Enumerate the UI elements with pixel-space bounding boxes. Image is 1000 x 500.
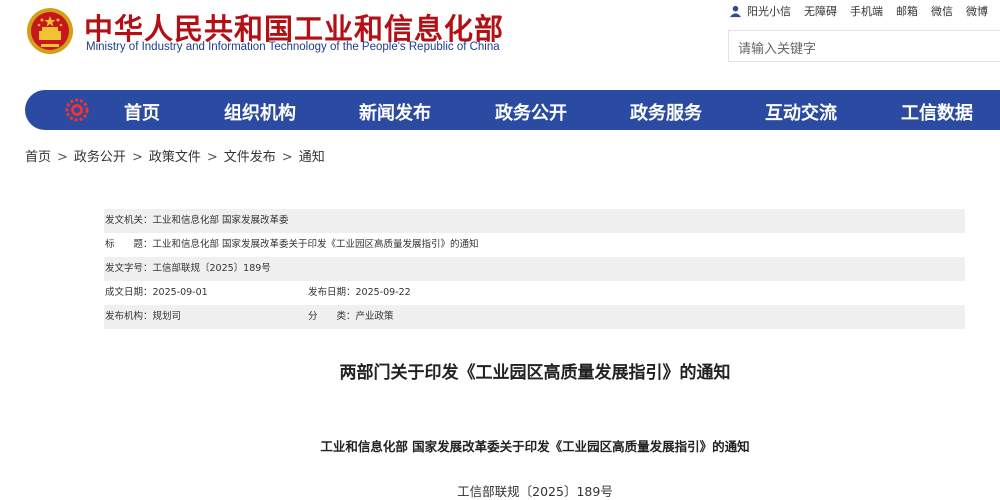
quick-links: 阳光小信 无障碍 手机端 邮箱 微信 微博 xyxy=(729,3,988,19)
info-row-title: 标 题：工业和信息化部 国家发展改革委关于印发《工业园区高质量发展指引》的通知 xyxy=(104,233,965,257)
article-title: 两部门关于印发《工业园区高质量发展指引》的通知 xyxy=(339,363,731,383)
search-input[interactable]: 请输入关键字 xyxy=(728,30,1000,62)
nav-interaction[interactable]: 互动交流 xyxy=(765,99,837,125)
person-icon xyxy=(729,5,742,17)
title-field: 标 题：工业和信息化部 国家发展改革委关于印发《工业园区高质量发展指引》的通知 xyxy=(105,239,479,250)
link-mobile[interactable]: 手机端 xyxy=(850,3,883,19)
info-row-dates: 成文日期：2025-09-01 发布日期：2025-09-22 xyxy=(104,281,965,305)
nav-home[interactable]: 首页 xyxy=(124,99,160,125)
article-subtitle: 工业和信息化部 国家发展改革委关于印发《工业园区高质量发展指引》的通知 xyxy=(320,439,750,454)
breadcrumb-separator: > xyxy=(57,150,68,165)
info-row-doc-number: 发文字号：工信部联规〔2025〕189号 xyxy=(104,257,965,281)
breadcrumb-separator: > xyxy=(281,150,293,165)
breadcrumb-home[interactable]: 首页 xyxy=(25,150,51,165)
breadcrumb-government-affairs[interactable]: 政务公开 xyxy=(74,150,126,165)
published-date-field: 发布日期：2025-09-22 xyxy=(308,287,411,298)
info-row-issuer: 发文机关：工业和信息化部 国家发展改革委 xyxy=(104,209,965,233)
link-weibo[interactable]: 微博 xyxy=(966,3,988,19)
breadcrumb: 首页 > 政务公开 > 政策文件 > 文件发布 > 通知 xyxy=(25,146,325,165)
nav-data[interactable]: 工信数据 xyxy=(901,99,973,125)
link-mailbox[interactable]: 邮箱 xyxy=(896,3,918,19)
nav-government-services[interactable]: 政务服务 xyxy=(630,99,702,125)
ministry-logo-icon xyxy=(65,98,89,122)
breadcrumb-policy-documents[interactable]: 政策文件 xyxy=(149,150,201,165)
link-accessibility[interactable]: 无障碍 xyxy=(804,3,837,19)
nav-government-affairs[interactable]: 政务公开 xyxy=(495,99,567,125)
document-info-table: 发文机关：工业和信息化部 国家发展改革委 标 题：工业和信息化部 国家发展改革委… xyxy=(104,209,965,329)
breadcrumb-separator: > xyxy=(206,150,218,165)
doc-number-field: 发文字号：工信部联规〔2025〕189号 xyxy=(105,263,271,274)
issuer-field: 发文机关：工业和信息化部 国家发展改革委 xyxy=(105,215,289,226)
link-wechat[interactable]: 微信 xyxy=(931,3,953,19)
site-subtitle: Ministry of Industry and Information Tec… xyxy=(86,41,500,53)
created-date-field: 成文日期：2025-09-01 xyxy=(105,287,208,298)
info-row-publisher: 发布机构：规划司 分 类：产业政策 xyxy=(104,305,965,329)
main-nav: 首页 组织机构 新闻发布 政务公开 政务服务 互动交流 工信数据 xyxy=(25,90,1000,130)
nav-organization[interactable]: 组织机构 xyxy=(224,99,296,125)
nav-news[interactable]: 新闻发布 xyxy=(359,99,431,125)
article-doc-number: 工信部联规〔2025〕189号 xyxy=(457,484,613,499)
breadcrumb-file-release[interactable]: 文件发布 xyxy=(224,150,276,165)
national-emblem-icon xyxy=(27,8,73,54)
breadcrumb-separator: > xyxy=(131,150,143,165)
publisher-field: 发布机构：规划司 xyxy=(105,311,182,322)
category-field: 分 类：产业政策 xyxy=(308,311,394,322)
breadcrumb-notice[interactable]: 通知 xyxy=(299,150,325,165)
link-sunshine[interactable]: 阳光小信 xyxy=(747,3,791,19)
